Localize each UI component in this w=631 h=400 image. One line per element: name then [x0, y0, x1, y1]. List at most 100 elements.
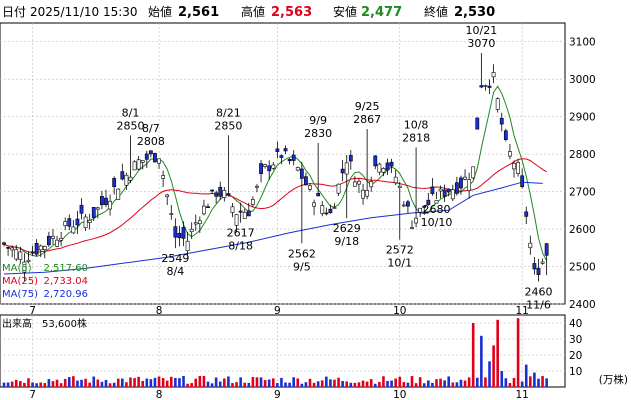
volume-bar	[67, 377, 71, 387]
volume-bar	[104, 379, 108, 387]
volume-bar	[414, 383, 418, 387]
volume-y-axis: 40 30 20 10	[569, 318, 582, 378]
volume-bar	[304, 382, 308, 387]
candle-body	[246, 210, 251, 217]
quote-header: 日付 2025/11/10 15:30 始値 2,561 高値 2,563 安値…	[2, 4, 495, 20]
candle-body	[124, 174, 129, 186]
annotation-high-value: 2850	[214, 119, 242, 132]
candle-body	[487, 85, 492, 88]
volume-bar	[463, 380, 467, 387]
volume-bar	[153, 377, 157, 387]
candle-body	[442, 189, 447, 197]
candle-body	[71, 226, 76, 234]
candle-body	[6, 247, 10, 249]
volume-bar	[10, 381, 14, 387]
annotation-low-date: 9/18	[334, 235, 359, 248]
volume-bar	[178, 378, 181, 387]
volume-bar	[194, 378, 198, 387]
candle-body	[324, 212, 329, 215]
ma-legend: MA(5) 2,517.60 MA(25) 2,733.04 MA(75) 2,…	[2, 263, 88, 300]
volume-bar	[300, 383, 304, 387]
volume-bar	[2, 382, 6, 387]
volume-bar	[475, 377, 479, 387]
volume-bar	[223, 378, 226, 387]
volume-bar	[47, 379, 51, 387]
volume-bar	[141, 380, 145, 387]
candle-body	[406, 201, 410, 207]
low-value: 2,477	[361, 5, 402, 20]
price-tick-label: 2800	[569, 149, 596, 161]
annotation-high-value: 2867	[353, 113, 381, 126]
close-value: 2,530	[454, 5, 495, 20]
volume-bar	[529, 376, 532, 387]
volume-bar	[496, 319, 499, 387]
candle-body	[63, 221, 68, 226]
annotation-high-date: 9/9	[309, 114, 327, 127]
candle-body	[87, 219, 92, 223]
candle-body	[83, 216, 88, 229]
price-tick-label: 2700	[569, 187, 596, 199]
candle-body	[100, 196, 104, 206]
candle-body	[157, 158, 161, 164]
volume-bar	[488, 361, 491, 387]
candle-body	[365, 190, 370, 197]
volume-bar	[198, 375, 202, 387]
annotation-low-date: 10/10	[421, 216, 453, 229]
volume-bar	[84, 378, 87, 387]
ma75-value: 2,720.96	[43, 289, 88, 300]
volume-bar	[545, 378, 548, 387]
candle-body	[120, 171, 125, 180]
price-tick-label: 2600	[569, 224, 596, 236]
volume-bar	[480, 335, 483, 387]
candle-body	[30, 251, 35, 254]
volume-bar	[23, 382, 26, 387]
volume-bar	[137, 376, 140, 387]
volume-bar	[39, 382, 43, 387]
volume-bar	[329, 379, 332, 387]
volume-bar	[112, 382, 116, 387]
volume-bar	[541, 376, 544, 387]
candle-body	[332, 207, 337, 209]
volume-bar	[210, 383, 214, 387]
volume-bar	[129, 377, 132, 387]
volume-bar	[337, 377, 340, 387]
date-label: 日付	[2, 5, 26, 19]
volume-bar	[484, 377, 487, 387]
volume-bar	[59, 383, 63, 387]
volume-bar	[394, 378, 397, 387]
candle-body	[393, 176, 398, 184]
candle-body	[14, 249, 19, 260]
candle-body	[230, 206, 235, 213]
annotation-low-value: 2629	[333, 222, 361, 235]
candle-body	[189, 228, 194, 233]
volume-bar	[157, 376, 161, 387]
volume-bar	[382, 376, 385, 387]
candle-body	[238, 210, 243, 213]
annotation-high-value: 3070	[467, 37, 495, 50]
candle-body	[271, 164, 276, 169]
volume-bar	[108, 383, 112, 387]
candle-body	[540, 261, 545, 264]
candle-body	[454, 182, 459, 194]
candle-body	[132, 161, 137, 171]
candle-body	[495, 98, 500, 110]
annotation-low-value: 2562	[288, 247, 316, 260]
candle-body	[304, 176, 308, 186]
candle-body	[267, 165, 272, 172]
volume-bar	[500, 371, 504, 387]
volume-bar	[451, 382, 455, 387]
candle-body	[144, 153, 149, 160]
candle-body	[410, 227, 414, 229]
volume-bar	[443, 380, 446, 387]
volume-bar	[263, 380, 267, 387]
volume-bar	[149, 379, 153, 387]
volume-x-tick-label: 8	[156, 389, 163, 400]
volume-bar	[19, 381, 22, 387]
candle-body	[55, 239, 59, 247]
candle-body	[38, 245, 43, 251]
annotation-high-value: 2808	[137, 135, 165, 148]
volume-bar	[6, 382, 10, 387]
annotation-low-date: 10/1	[387, 257, 412, 270]
volume-bar	[72, 376, 75, 387]
candle-body	[479, 85, 484, 88]
